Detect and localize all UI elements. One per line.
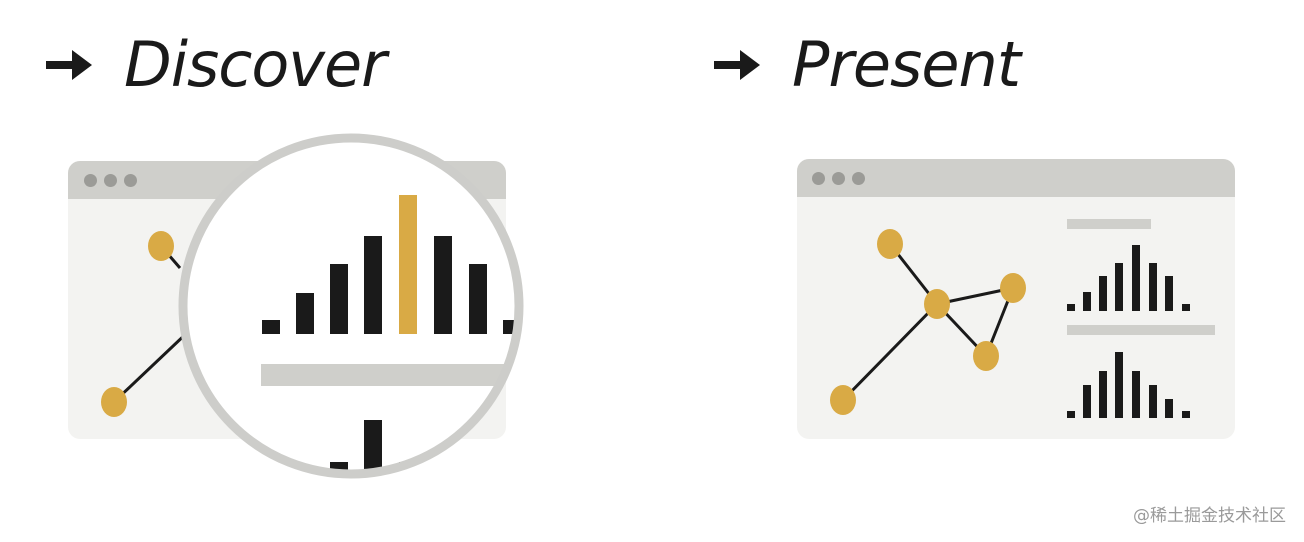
graph-node <box>924 289 950 319</box>
highlighted-bar <box>399 195 417 334</box>
histogram-icon <box>1067 352 1190 418</box>
illustration-canvas <box>101 133 1215 479</box>
watermark: @稀土掘金技术社区 <box>1133 506 1286 526</box>
network-graph-icon <box>830 229 1026 415</box>
graph-node <box>830 385 856 415</box>
graph-node <box>1000 273 1026 303</box>
magnified-divider <box>261 364 519 386</box>
histogram-icon <box>1067 245 1190 311</box>
graph-node <box>973 341 999 371</box>
network-graph-icon <box>101 231 192 417</box>
panel-divider <box>1067 325 1215 335</box>
magnifier-icon <box>178 133 524 479</box>
graph-node <box>877 229 903 259</box>
panel-title-bar <box>1067 219 1151 229</box>
graph-node <box>148 231 174 261</box>
graph-node <box>101 387 127 417</box>
